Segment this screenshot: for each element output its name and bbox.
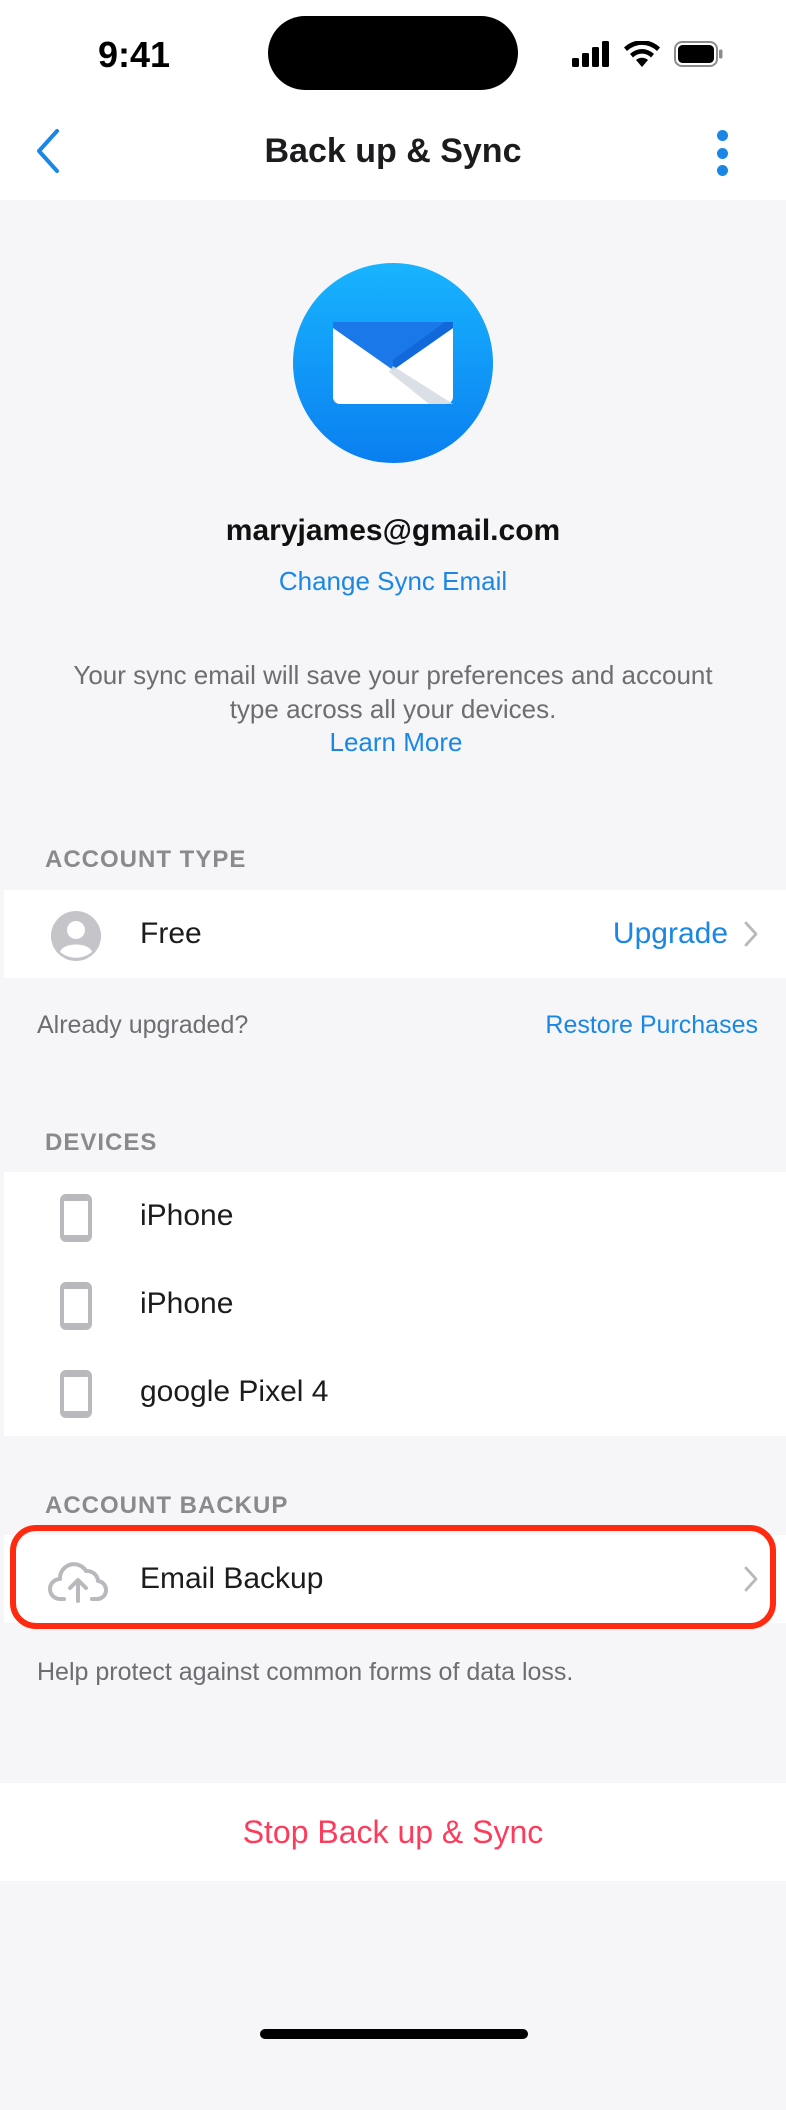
device-name: google Pixel 4: [140, 1375, 329, 1408]
upgrade-link[interactable]: Upgrade: [613, 917, 728, 951]
status-bar: 9:41: [0, 0, 786, 100]
restore-purchases-link[interactable]: Restore Purchases: [545, 1011, 758, 1040]
learn-more-link[interactable]: Learn More: [0, 727, 786, 758]
battery-icon: [674, 41, 723, 67]
page-title: Back up & Sync: [264, 132, 522, 170]
sync-description: Your sync email will save your preferenc…: [73, 660, 713, 724]
devices-group: iPhone iPhone google Pixel 4: [4, 1172, 786, 1436]
chevron-right-icon: [744, 921, 758, 947]
dynamic-island: [268, 16, 518, 90]
wifi-icon: [624, 41, 660, 67]
device-name: iPhone: [140, 1287, 234, 1320]
backup-note: Help protect against common forms of dat…: [37, 1658, 574, 1686]
user-avatar: [50, 910, 102, 962]
status-time: 9:41: [98, 34, 171, 75]
highlight-outline: [10, 1525, 776, 1629]
smartphone-icon: [60, 1194, 92, 1242]
account-type-group: Free Upgrade: [4, 890, 786, 978]
change-sync-email-link[interactable]: Change Sync Email: [0, 566, 786, 597]
person-circle-icon: [51, 911, 101, 961]
upgrade-control[interactable]: Upgrade: [613, 917, 758, 951]
back-up-sync-screen: 9:41 Back up & Sync maryjames@gmail.com …: [0, 0, 786, 2110]
phone-icon-wrap: [50, 1280, 102, 1332]
stop-back-up-sync-button[interactable]: Stop Back up & Sync: [0, 1783, 786, 1881]
account-backup-header: ACCOUNT BACKUP: [45, 1492, 289, 1519]
device-row: iPhone: [4, 1172, 786, 1260]
account-type-row[interactable]: Free Upgrade: [4, 890, 786, 978]
devices-header: DEVICES: [45, 1129, 158, 1156]
more-options-button[interactable]: [704, 128, 740, 178]
phone-icon-wrap: [50, 1368, 102, 1420]
more-dot-icon: [716, 165, 728, 176]
device-name: iPhone: [140, 1199, 234, 1232]
status-icons: [572, 36, 724, 72]
envelope-icon: [333, 322, 453, 404]
nav-bar: Back up & Sync: [0, 100, 786, 200]
smartphone-icon: [60, 1282, 92, 1330]
cellular-signal-icon: [572, 41, 609, 67]
device-row: iPhone: [4, 1260, 786, 1348]
smartphone-icon: [60, 1370, 92, 1418]
account-type-header: ACCOUNT TYPE: [45, 846, 247, 873]
already-upgraded-text: Already upgraded?: [37, 1011, 249, 1039]
more-dot-icon: [716, 147, 728, 159]
device-row: google Pixel 4: [4, 1348, 786, 1436]
sync-email-address: maryjames@gmail.com: [225, 514, 561, 547]
phone-icon-wrap: [50, 1192, 102, 1244]
account-plan-label: Free: [140, 917, 202, 950]
home-indicator: [260, 2029, 528, 2039]
more-dot-icon: [716, 130, 728, 141]
mail-app-logo: [293, 263, 493, 463]
